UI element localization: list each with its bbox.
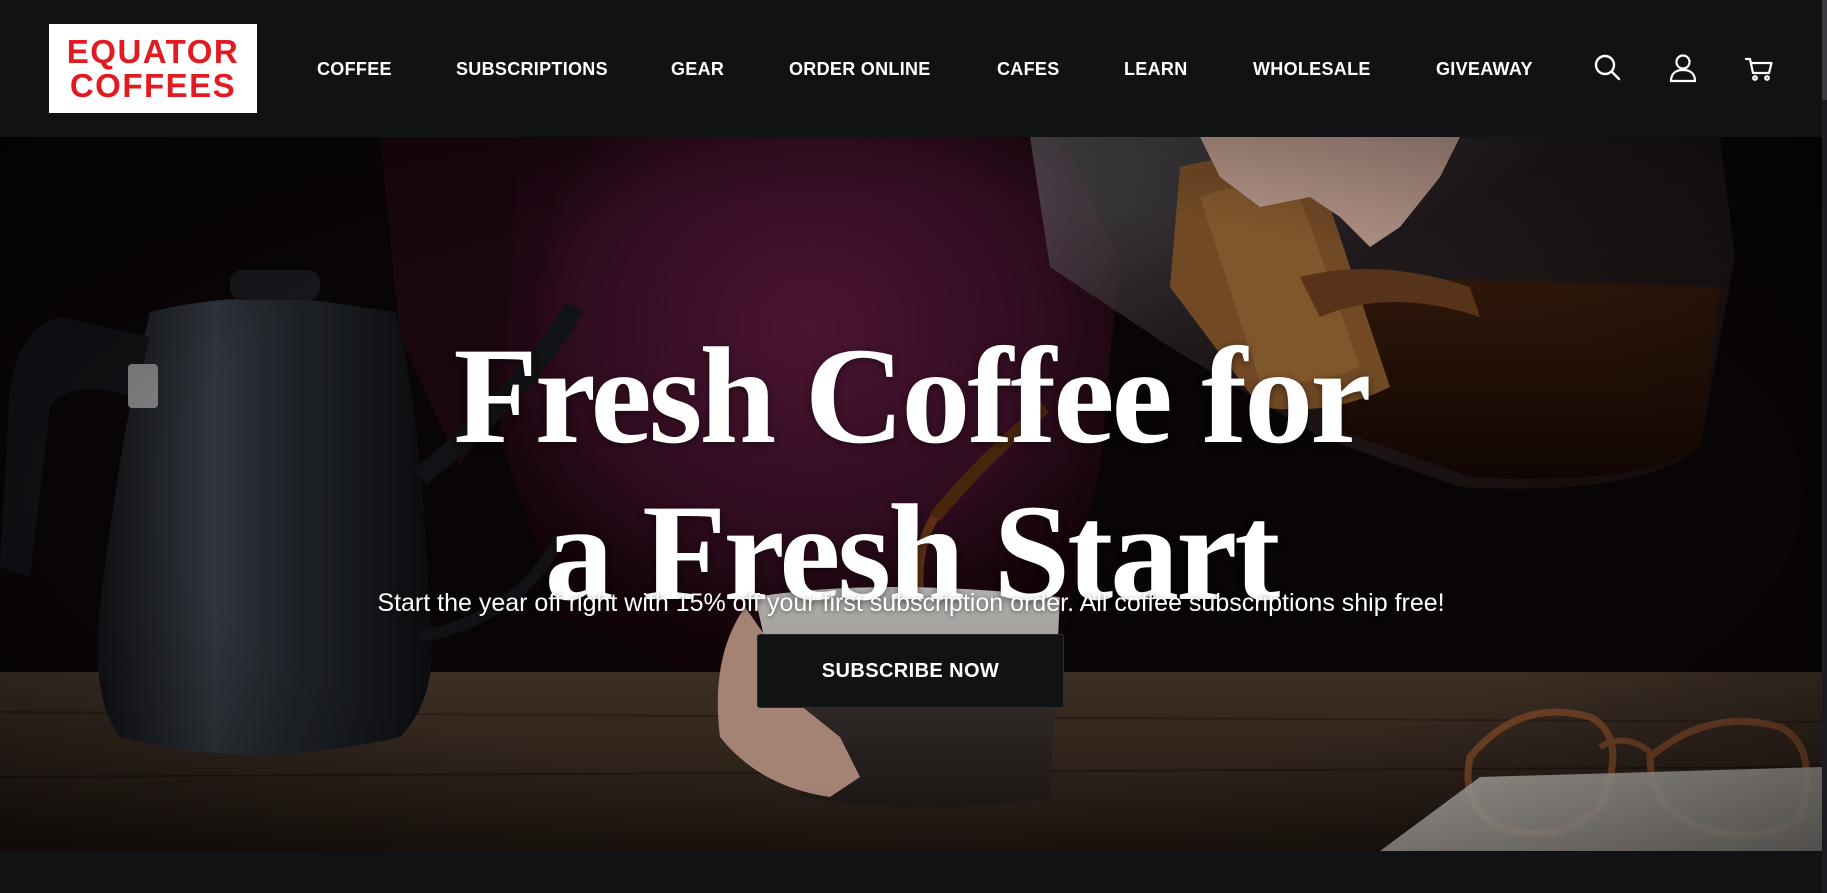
page-scrollbar[interactable] [1822,0,1827,893]
nav-item-order-online[interactable]: ORDER ONLINE [789,58,931,80]
nav-item-learn[interactable]: LEARN [1124,58,1188,80]
nav-item-cafes[interactable]: CAFES [997,58,1060,80]
site-header: EQUATOR COFFEES COFFEE SUBSCRIPTIONS GEA… [0,0,1827,137]
cart-icon[interactable] [1743,52,1775,84]
hero-title: Fresh Coffee for a Fresh Start [0,317,1822,631]
nav-item-giveaway[interactable]: GIVEAWAY [1436,58,1533,80]
nav-item-wholesale[interactable]: WHOLESALE [1253,58,1371,80]
page-bottom-strip [0,851,1822,893]
nav-item-gear[interactable]: GEAR [671,58,724,80]
subscribe-now-button[interactable]: SUBSCRIBE NOW [757,634,1064,708]
nav-item-coffee[interactable]: COFFEE [317,58,392,80]
scrollbar-thumb[interactable] [1822,0,1827,100]
main-nav: COFFEE SUBSCRIPTIONS GEAR ORDER ONLINE C… [0,0,1827,137]
hero-banner: Fresh Coffee for a Fresh Start Start the… [0,137,1822,851]
user-icon[interactable] [1667,52,1699,84]
hero-subtitle: Start the year off right with 15% off yo… [377,589,1445,617]
search-icon[interactable] [1592,52,1624,84]
hero-title-line-1: Fresh Coffee for [453,319,1371,473]
nav-item-subscriptions[interactable]: SUBSCRIPTIONS [456,58,608,80]
